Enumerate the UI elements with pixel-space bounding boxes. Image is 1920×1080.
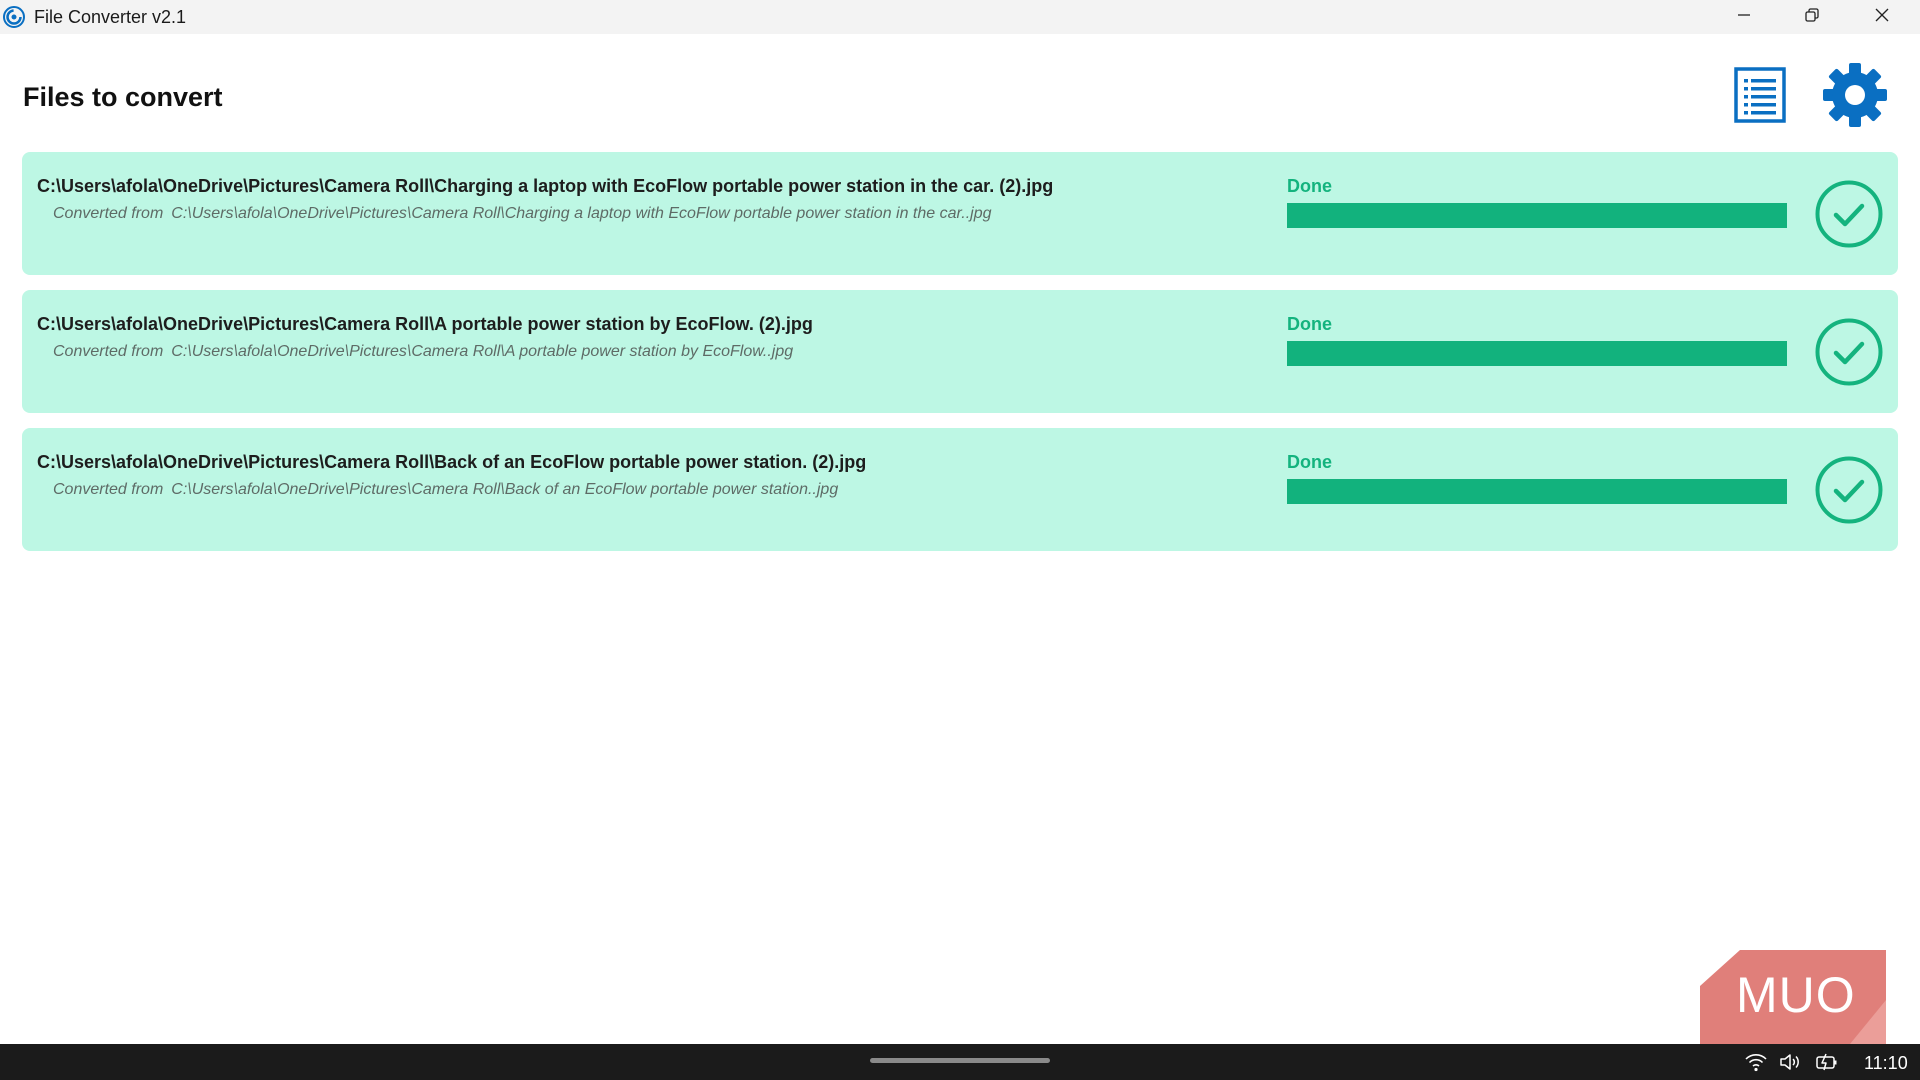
output-file-path: C:\Users\afola\OneDrive\Pictures\Camera … — [37, 452, 867, 472]
close-button[interactable] — [1848, 0, 1916, 34]
file-item[interactable]: C:\Users\afola\OneDrive\Pictures\Camera … — [22, 428, 1898, 551]
app-window: File Converter v2.1 Files to convert C:\… — [0, 0, 1920, 1044]
title-bar: File Converter v2.1 — [0, 0, 1920, 34]
restore-icon — [1804, 7, 1820, 28]
source-file-line: Converted from C:\Users\afola\OneDrive\Pi… — [53, 481, 838, 499]
muo-watermark: MUO — [1700, 950, 1886, 1044]
file-list: C:\Users\afola\OneDrive\Pictures\Camera … — [22, 152, 1898, 566]
gear-icon — [1822, 62, 1888, 133]
clock[interactable]: 11:10 — [1864, 1053, 1908, 1074]
wifi-icon[interactable] — [1744, 1051, 1768, 1073]
taskbar: 11:10 — [0, 1044, 1920, 1080]
status-label: Done — [1287, 176, 1332, 196]
check-circle-icon — [1814, 455, 1884, 525]
check-circle-icon — [1814, 317, 1884, 387]
converted-from-label: Converted from — [53, 343, 164, 360]
progress-bar — [1287, 341, 1787, 366]
status-label: Done — [1287, 452, 1332, 472]
file-item[interactable]: C:\Users\afola\OneDrive\Pictures\Camera … — [22, 152, 1898, 275]
output-file-path: C:\Users\afola\OneDrive\Pictures\Camera … — [37, 176, 1054, 196]
output-file-path: C:\Users\afola\OneDrive\Pictures\Camera … — [37, 314, 813, 334]
home-indicator[interactable] — [870, 1058, 1050, 1063]
progress-bar — [1287, 203, 1787, 228]
restore-button[interactable] — [1778, 0, 1846, 34]
progress-fill — [1287, 341, 1787, 366]
converted-from-label: Converted from — [53, 481, 164, 498]
app-logo-icon — [3, 6, 25, 28]
minimize-icon — [1736, 7, 1752, 28]
progress-fill — [1287, 203, 1787, 228]
list-icon — [1734, 66, 1786, 128]
settings-button[interactable] — [1820, 62, 1890, 132]
close-icon — [1874, 7, 1890, 28]
source-file-path: C:\Users\afola\OneDrive\Pictures\Camera … — [171, 205, 992, 222]
source-file-path: C:\Users\afola\OneDrive\Pictures\Camera … — [171, 481, 839, 498]
minimize-button[interactable] — [1710, 0, 1778, 34]
watermark-text: MUO — [1736, 967, 1856, 1023]
status-label: Done — [1287, 314, 1332, 334]
progress-fill — [1287, 479, 1787, 504]
conversion-list-button[interactable] — [1732, 66, 1788, 128]
file-item[interactable]: C:\Users\afola\OneDrive\Pictures\Camera … — [22, 290, 1898, 413]
window-title: File Converter v2.1 — [34, 7, 187, 27]
check-circle-icon — [1814, 179, 1884, 249]
source-file-path: C:\Users\afola\OneDrive\Pictures\Camera … — [171, 343, 794, 360]
source-file-line: Converted from C:\Users\afola\OneDrive\Pi… — [53, 343, 793, 361]
converted-from-label: Converted from — [53, 205, 164, 222]
page-title: Files to convert — [23, 82, 223, 112]
volume-icon[interactable] — [1778, 1051, 1802, 1073]
source-file-line: Converted from C:\Users\afola\OneDrive\Pi… — [53, 205, 992, 223]
progress-bar — [1287, 479, 1787, 504]
battery-icon[interactable] — [1814, 1051, 1838, 1073]
